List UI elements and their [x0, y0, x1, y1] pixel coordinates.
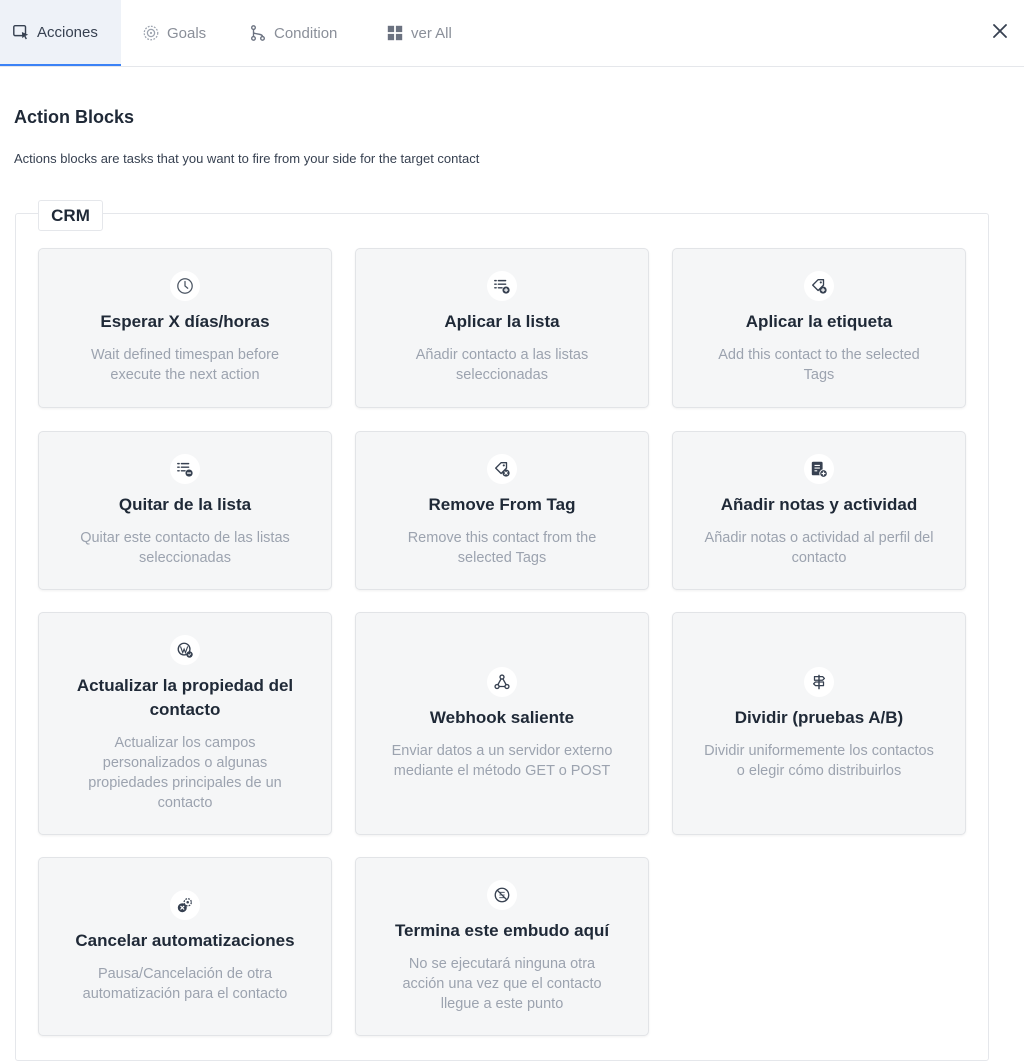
icon-badge — [487, 879, 517, 910]
branch-icon — [251, 25, 265, 41]
card-title: Remove From Tag — [428, 494, 576, 514]
icon-badge — [804, 453, 834, 484]
card-title: Quitar de la lista — [118, 494, 252, 514]
icon-badge — [487, 666, 517, 697]
list-remove-icon — [177, 462, 193, 477]
cursor-select-icon — [13, 24, 29, 40]
card-title: Aplicar la lista — [444, 312, 560, 331]
action-card-wait[interactable]: Esperar X días/horas Wait defined timesp… — [38, 248, 332, 408]
action-card-end-funnel[interactable]: Termina este embudo aquí No se ejecutará… — [355, 857, 649, 1036]
card-description: Quitar este contacto de las listas selec… — [80, 529, 290, 566]
action-card-apply-list[interactable]: Aplicar la lista Añadir contacto a las l… — [355, 248, 649, 408]
card-title: Aplicar la etiqueta — [745, 312, 893, 331]
action-card-remove-list[interactable]: Quitar de la lista Quitar este contacto … — [38, 431, 332, 590]
card-description: Add this contact to the selected Tags — [718, 347, 920, 383]
signpost-icon — [812, 674, 826, 689]
tab-condition[interactable]: Condition — [249, 0, 337, 66]
tab-ver-all[interactable]: ver All — [386, 0, 452, 66]
card-description: Remove this contact from the selected Ta… — [407, 529, 597, 566]
card-title: Actualizar la propiedad del contacto — [76, 675, 294, 719]
tag-add-icon — [812, 279, 827, 294]
icon-badge — [487, 453, 517, 484]
icon-badge — [170, 271, 200, 301]
card-title: Webhook saliente — [429, 707, 575, 727]
card-description: Añadir contacto a las listas seleccionad… — [415, 347, 589, 383]
clock-icon — [177, 278, 193, 294]
tab-goals[interactable]: Goals — [142, 0, 206, 66]
card-title: Cancelar automatizaciones — [75, 930, 295, 950]
tab-label: Goals — [167, 24, 207, 42]
icon-badge — [170, 453, 200, 484]
note-add-icon — [811, 461, 828, 478]
page-description: Actions blocks are tasks that you want t… — [14, 151, 480, 166]
stop-icon — [494, 887, 510, 902]
card-description: Añadir notas o actividad al perfil del c… — [704, 529, 934, 566]
action-card-outgoing-webhook[interactable]: Webhook saliente Enviar datos a un servi… — [355, 612, 649, 835]
target-icon — [143, 25, 159, 41]
tab-bar: Acciones Goals Condition ver All — [0, 0, 1024, 67]
tab-label: Condition — [274, 24, 338, 42]
close-icon — [993, 24, 1007, 38]
section-label: CRM — [38, 200, 103, 231]
action-card-remove-tag[interactable]: Remove From Tag Remove this contact from… — [355, 431, 649, 590]
tab-label: Acciones — [37, 23, 98, 41]
grid-icon — [387, 25, 403, 41]
icon-badge — [487, 271, 517, 301]
card-description: Pausa/Cancelación de otra automatización… — [82, 965, 288, 1002]
card-description: Dividir uniformemente los contactos o el… — [704, 742, 934, 779]
action-card-add-notes[interactable]: Añadir notas y actividad Añadir notas o … — [672, 431, 966, 590]
icon-badge — [170, 889, 200, 920]
card-description: Wait defined timespan before execute the… — [90, 347, 280, 383]
tag-remove-icon — [495, 461, 510, 477]
cancel-automation-icon — [177, 897, 192, 912]
close-button[interactable] — [989, 20, 1011, 42]
tab-label: ver All — [411, 24, 452, 42]
page-title: Action Blocks — [14, 107, 135, 127]
card-title: Añadir notas y actividad — [720, 494, 918, 514]
card-description: Actualizar los campos personalizados o a… — [88, 734, 282, 811]
action-card-update-property[interactable]: Actualizar la propiedad del contacto Act… — [38, 612, 332, 835]
webhook-icon — [494, 673, 510, 689]
card-description: No se ejecutará ninguna otra acción una … — [402, 955, 602, 1012]
action-card-apply-tag[interactable]: Aplicar la etiqueta Add this contact to … — [672, 248, 966, 408]
card-title: Esperar X días/horas — [100, 312, 270, 331]
card-title: Termina este embudo aquí — [394, 920, 610, 940]
card-description: Enviar datos a un servidor externo media… — [391, 742, 613, 779]
icon-badge — [804, 271, 834, 301]
tab-acciones[interactable]: Acciones — [0, 0, 121, 66]
icon-badge — [804, 666, 834, 697]
list-add-icon — [494, 279, 510, 294]
icon-badge — [170, 634, 200, 665]
card-title: Dividir (pruebas A/B) — [734, 707, 904, 727]
wordpress-icon — [177, 642, 193, 658]
action-card-ab-split[interactable]: Dividir (pruebas A/B) Dividir uniformeme… — [672, 612, 966, 835]
action-card-cancel-automations[interactable]: Cancelar automatizaciones Pausa/Cancelac… — [38, 857, 332, 1036]
